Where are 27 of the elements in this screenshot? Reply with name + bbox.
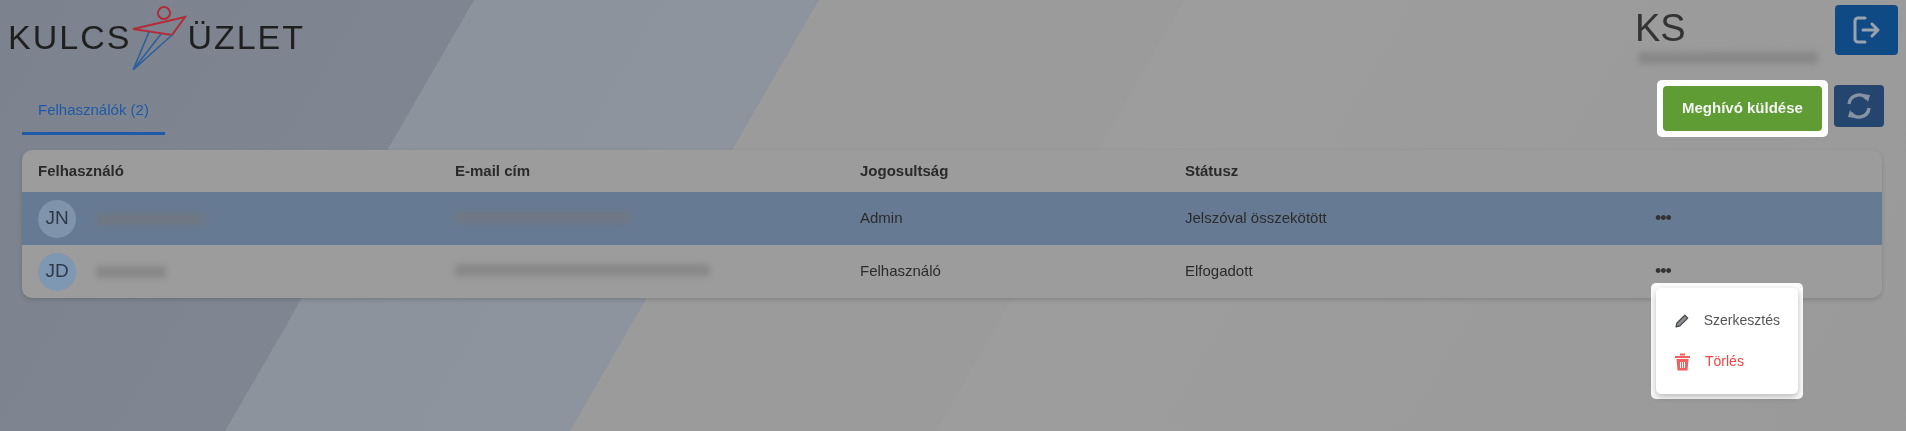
avatar: JD	[38, 252, 76, 291]
table-cell-text: Admin	[860, 208, 904, 229]
table-cell-text: Jelszóval összekötött	[1185, 208, 1328, 229]
logo-text: ÜZLET	[187, 20, 306, 54]
delete-menu-item[interactable]: Törlés	[1656, 341, 1798, 382]
send-invite-button[interactable]: Meghívó küldése	[1663, 86, 1822, 131]
user-initials: KS	[1635, 8, 1686, 50]
refresh-button[interactable]	[1834, 85, 1884, 127]
avatar: JN	[38, 199, 76, 238]
more-options-button[interactable]: •••	[1655, 258, 1671, 285]
column-header: E-mail cím	[455, 160, 532, 181]
table-row[interactable]: JD Felhasználó Elfogadott •••	[22, 245, 1882, 298]
refresh-icon	[1844, 91, 1874, 121]
table-cell-text: Elfogadott	[1185, 261, 1254, 282]
edit-menu-item[interactable]: Szerkesztés	[1656, 300, 1798, 341]
column-header: Státusz	[1185, 160, 1240, 181]
column-header: Jogosultság	[860, 160, 950, 181]
logo-icon	[131, 4, 188, 70]
column-header: Felhasználó	[38, 160, 125, 181]
table-row[interactable]: JN Admin Jelszóval összekötött •••	[22, 192, 1882, 245]
trash-icon	[1674, 352, 1691, 371]
logout-icon	[1851, 14, 1882, 46]
pencil-icon	[1674, 312, 1690, 329]
table-cell-text: Felhasználó	[860, 261, 942, 282]
logo-text: KULCS	[8, 20, 132, 54]
more-options-button[interactable]: •••	[1655, 205, 1671, 232]
logout-button[interactable]	[1835, 5, 1898, 55]
